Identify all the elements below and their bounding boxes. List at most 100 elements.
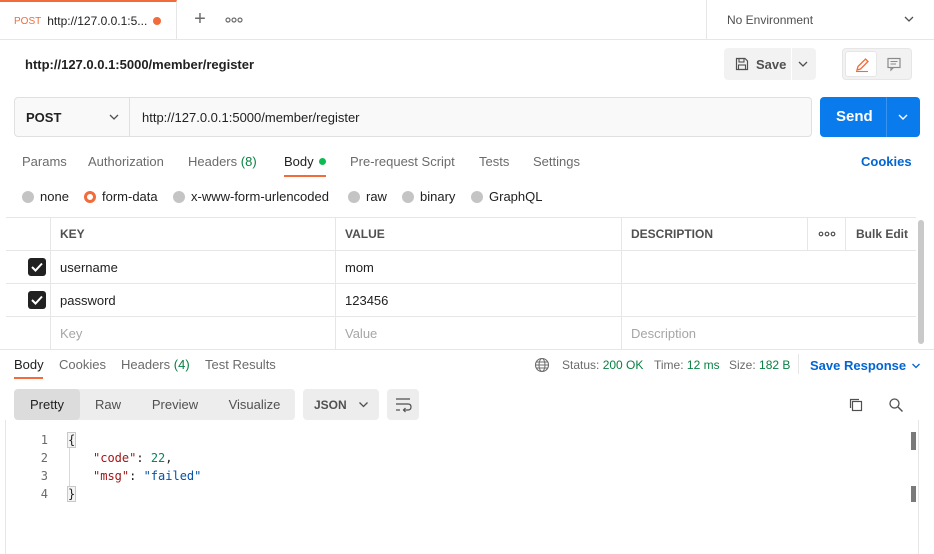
status-label: Status: [562,358,600,372]
code-scrollbar-thumb[interactable] [911,432,916,450]
tab-tests[interactable]: Tests [479,154,509,169]
code-value: 22 [150,451,166,465]
method-value: POST [26,109,62,125]
radio-selected-icon [84,190,96,203]
code-line: "msg": "failed" [93,469,201,483]
view-pretty[interactable]: Pretty [14,389,80,420]
tab-pre-request-script[interactable]: Pre-request Script [350,154,455,169]
response-tab-body[interactable]: Body [14,357,44,372]
time-value: 12 ms [686,358,720,372]
code-line: } [67,486,77,502]
globe-icon[interactable] [534,357,550,373]
view-visualize[interactable]: Visualize [214,389,295,420]
response-tab-headers-label: Headers [121,357,171,372]
save-button[interactable]: Save [724,48,816,80]
view-toggle [842,48,912,80]
environment-selector[interactable]: No Environment [706,0,934,40]
url-input[interactable]: http://127.0.0.1:5000/member/register [142,110,360,125]
row-key[interactable]: username [50,251,335,283]
view-preview[interactable]: Preview [138,389,212,420]
search-icon[interactable] [888,397,904,413]
tab-settings[interactable]: Settings [533,154,580,169]
code-line: "code": 22, [93,451,173,465]
code-close-brace: } [67,486,77,502]
msg-sep: : [129,469,144,483]
cookies-link[interactable]: Cookies [861,154,912,169]
view-raw[interactable]: Raw [80,389,136,420]
response-tab-cookies[interactable]: Cookies [59,357,106,372]
send-button[interactable]: Send [820,97,920,137]
table-scrollbar[interactable] [918,220,924,344]
new-key-input[interactable]: Key [50,317,335,349]
radio-label: none [40,189,69,204]
response-view-segment: Pretty Raw Preview Visualize [14,389,295,420]
request-tab[interactable]: POST http://127.0.0.1:5... [0,0,177,40]
status-value: 200 OK [602,358,644,372]
tab-method: POST [14,15,42,27]
radio-circle-icon [402,190,414,203]
line-number: 4 [40,487,48,501]
tab-headers-count: (8) [240,154,257,169]
tab-bar: POST http://127.0.0.1:5... + No Environm… [0,0,934,40]
checkmark-icon [31,295,43,305]
send-label: Send [836,108,873,125]
radio-label: raw [366,189,387,204]
radio-x-www-form-urlencoded[interactable]: x-www-form-urlencoded [173,189,329,204]
radio-none[interactable]: none [22,189,69,204]
new-tab-button[interactable]: + [190,8,210,30]
wrap-lines-button[interactable] [387,389,419,420]
row-description[interactable] [621,284,916,316]
table-options-button[interactable] [807,218,845,250]
time-text: Time: 12 ms [654,358,720,372]
radio-graphql[interactable]: GraphQL [471,189,542,204]
tab-headers[interactable]: Headers (8) [188,154,257,169]
unsaved-dot-icon [153,17,161,25]
size-label: Size: [729,358,756,372]
new-description-input[interactable]: Description [621,317,916,349]
pencil-icon [856,58,869,73]
response-tab-test-results[interactable]: Test Results [205,357,276,372]
response-body-code[interactable]: 1 { 2 "code": 22, 3 "msg": "failed" 4 } [0,430,934,554]
row-description[interactable] [621,251,916,283]
response-tab-headers-count: (4) [173,357,190,372]
response-divider[interactable] [0,349,934,350]
radio-label: x-www-form-urlencoded [191,189,329,204]
chevron-down-icon [912,363,921,369]
row-value[interactable]: 123456 [335,284,621,316]
table-row-new: Key Value Description [6,317,916,350]
more-tabs-button[interactable] [224,10,244,30]
row-value[interactable]: mom [335,251,621,283]
row-checkbox[interactable] [28,291,46,309]
radio-binary[interactable]: binary [402,189,455,204]
response-tab-headers[interactable]: Headers (4) [121,357,190,372]
status-text: Status: 200 OK [562,358,643,372]
code-comma: , [165,451,173,465]
line-number: 3 [40,469,48,483]
new-value-input[interactable]: Value [335,317,621,349]
save-divider [791,48,792,80]
radio-raw[interactable]: raw [348,189,387,204]
chevron-down-icon[interactable] [896,110,910,124]
copy-icon[interactable] [848,397,864,413]
tab-headers-label: Headers [188,154,238,169]
form-data-table: KEY VALUE DESCRIPTION Bulk Edit username… [6,217,916,350]
radio-circle-icon [348,190,360,203]
table-row: username mom [6,251,916,284]
save-label: Save [756,56,787,72]
tab-authorization[interactable]: Authorization [88,154,164,169]
row-checkbox[interactable] [28,258,46,276]
method-select[interactable]: POST [15,98,130,136]
tab-body[interactable]: Body [284,154,326,169]
format-select[interactable]: JSON [303,389,379,420]
tab-params[interactable]: Params [22,154,67,169]
bulk-edit-button[interactable]: Bulk Edit [845,218,916,250]
radio-label: form-data [102,189,158,204]
radio-form-data[interactable]: form-data [84,189,158,204]
column-header-key: KEY [50,218,335,250]
msg-value: "failed" [143,469,202,483]
save-response-button[interactable]: Save Response [810,358,922,373]
comment-icon[interactable] [886,56,902,72]
row-key[interactable]: password [50,284,335,316]
code-scrollbar-marker [911,486,916,502]
chevron-down-icon[interactable] [796,57,810,71]
